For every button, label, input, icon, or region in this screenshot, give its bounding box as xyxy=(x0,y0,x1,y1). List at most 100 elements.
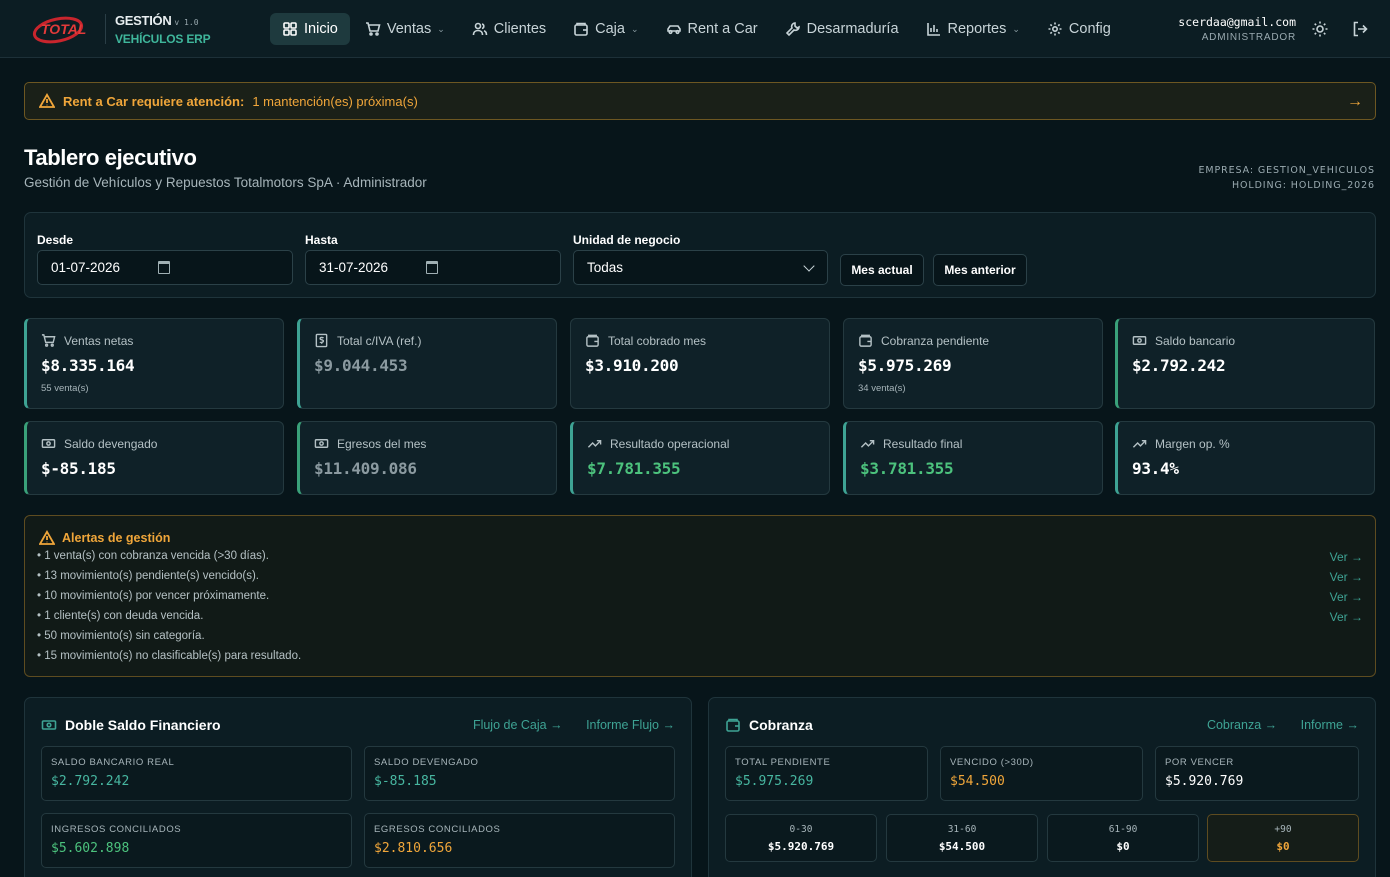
nav-item-rent-a-car[interactable]: Rent a Car xyxy=(654,13,770,45)
logo-mark: TOTAL xyxy=(32,16,86,44)
alert-ver-link[interactable]: Ver → xyxy=(1330,550,1363,564)
user-info[interactable]: scerdaa@gmail.com ADMINISTRADOR xyxy=(1178,14,1296,46)
kpi-cobranza-pendiente: Cobranza pendiente $5.975.269 34 venta(s… xyxy=(843,318,1103,409)
cell-value: $-85.185 xyxy=(374,774,437,789)
bucket-value: $54.500 xyxy=(938,840,986,853)
desde-label: Desde xyxy=(37,233,74,247)
informe-link[interactable]: Informe → xyxy=(1291,718,1359,732)
kpi-label: Saldo devengado xyxy=(64,436,158,451)
empresa-label: EMPRESA: GESTION_VEHICULOS xyxy=(1198,165,1375,176)
chevron-down-icon: ⌄ xyxy=(630,23,639,34)
nav-item-caja[interactable]: Caja ⌄ xyxy=(561,13,650,45)
logout-button[interactable] xyxy=(1351,20,1369,38)
alert-text: • 13 movimiento(s) pendiente(s) vencido(… xyxy=(37,570,259,582)
banknote-icon xyxy=(1132,336,1147,345)
informe-flujo-link[interactable]: Informe Flujo → xyxy=(576,718,675,732)
user-role: ADMINISTRADOR xyxy=(1201,32,1296,43)
alert-text: • 50 movimiento(s) sin categoría. xyxy=(37,630,205,642)
flujo-caja-link[interactable]: Flujo de Caja → xyxy=(463,718,563,732)
filter-card: Desde 01-07-2026 Hasta 31-07-2026 Unidad… xyxy=(24,212,1376,298)
rent-a-car-alert-bar[interactable]: Rent a Car requiere atención: 1 mantenci… xyxy=(24,82,1376,120)
alert-item: • 15 movimiento(s) no clasificable(s) pa… xyxy=(37,650,1363,670)
cell-value: $54.500 xyxy=(950,774,1005,789)
doble-saldo-panel: Doble Saldo Financiero Flujo de Caja → I… xyxy=(24,697,692,877)
vencido-cell: VENCIDO (>30D) $54.500 xyxy=(940,746,1143,801)
user-email: scerdaa@gmail.com xyxy=(1178,15,1296,29)
cobranza-panel: Cobranza Cobranza → Informe → TOTAL PEND… xyxy=(708,697,1376,877)
main-nav: Inicio Ventas ⌄ Clientes Caja ⌄ Rent a C… xyxy=(270,13,1126,45)
car-icon xyxy=(666,25,681,35)
nav-item-ventas[interactable]: Ventas ⌄ xyxy=(353,13,457,45)
home-grid-icon xyxy=(283,22,297,36)
alert-text: • 1 cliente(s) con deuda vencida. xyxy=(37,610,204,622)
unidad-select[interactable]: Todas xyxy=(573,250,828,285)
aging-bucket-31-60: 31-60 $54.500 xyxy=(886,814,1038,862)
dollar-icon xyxy=(315,333,328,348)
calendar-icon[interactable] xyxy=(426,261,438,274)
bucket-value: $0 xyxy=(1116,840,1130,853)
logout-icon xyxy=(1353,21,1368,37)
kpi-value: $11.409.086 xyxy=(314,459,417,478)
alert-item: • 13 movimiento(s) pendiente(s) vencido(… xyxy=(37,570,1363,590)
nav-item-config[interactable]: Config xyxy=(1035,13,1123,45)
nav-item-clientes[interactable]: Clientes xyxy=(460,13,558,45)
desde-value: 01-07-2026 xyxy=(51,260,121,275)
kpi-label: Total cobrado mes xyxy=(608,333,707,348)
wallet-icon xyxy=(586,334,599,347)
kpi-value: $7.781.355 xyxy=(587,459,681,478)
trend-up-icon xyxy=(587,439,602,448)
sun-icon xyxy=(1312,21,1328,37)
kpi-label: Cobranza pendiente xyxy=(881,333,990,348)
brand-version: v 1.0 xyxy=(174,18,199,27)
kpi-ventas-netas: Ventas netas $8.335.164 55 venta(s) xyxy=(24,318,284,409)
gear-icon xyxy=(1048,22,1062,36)
chevron-down-icon: ⌄ xyxy=(1012,23,1020,34)
saldo-bancario-real-cell: SALDO BANCARIO REAL $2.792.242 xyxy=(41,746,352,801)
banknote-icon xyxy=(41,439,56,448)
kpi-label: Ventas netas xyxy=(64,333,134,348)
nav-item-reportes[interactable]: Reportes ⌄ xyxy=(914,13,1032,45)
alert-ver-link[interactable]: Ver → xyxy=(1330,590,1363,604)
cell-label: EGRESOS CONCILIADOS xyxy=(374,824,501,835)
brand-title: GESTIÓN xyxy=(115,13,172,28)
alert-ver-link[interactable]: Ver → xyxy=(1330,610,1363,624)
nav-item-inicio[interactable]: Inicio xyxy=(270,13,350,45)
wallet-icon xyxy=(859,334,872,347)
por-vencer-cell: POR VENCER $5.920.769 xyxy=(1155,746,1359,801)
warning-icon xyxy=(39,93,55,108)
nav-label: Desarmaduría xyxy=(806,21,899,37)
brand-divider xyxy=(105,14,106,44)
desde-date-input[interactable]: 01-07-2026 xyxy=(37,250,293,285)
page-title: Tablero ejecutivo xyxy=(24,145,197,170)
nav-label: Inicio xyxy=(304,21,338,37)
bucket-label: 61-90 xyxy=(1108,824,1138,835)
cell-value: $5.975.269 xyxy=(735,774,814,789)
kpi-label: Resultado operacional xyxy=(610,436,730,451)
theme-toggle-button[interactable] xyxy=(1311,20,1329,38)
aging-bucket-61-90: 61-90 $0 xyxy=(1047,814,1199,862)
calendar-icon[interactable] xyxy=(158,261,170,274)
cell-label: INGRESOS CONCILIADOS xyxy=(51,824,182,835)
alert-item: • 50 movimiento(s) sin categoría. xyxy=(37,630,1363,650)
brand-block: GESTIÓN v 1.0 VEHÍCULOS ERP xyxy=(115,13,211,47)
mes-actual-button[interactable]: Mes actual xyxy=(840,254,924,286)
page-subtitle: Gestión de Vehículos y Repuestos Totalmo… xyxy=(24,175,427,190)
company-logo[interactable]: TOTAL xyxy=(32,12,86,46)
hasta-date-input[interactable]: 31-07-2026 xyxy=(305,250,561,285)
alert-ver-link[interactable]: Ver → xyxy=(1330,570,1363,584)
arrow-right-icon[interactable]: → xyxy=(1347,93,1363,111)
bucket-label: 0-30 xyxy=(789,824,813,835)
cobranza-link[interactable]: Cobranza → xyxy=(1197,718,1277,732)
top-navbar: TOTAL GESTIÓN v 1.0 VEHÍCULOS ERP Inicio … xyxy=(0,0,1390,58)
bucket-label: 31-60 xyxy=(947,824,977,835)
alert-text: • 10 movimiento(s) por vencer próximamen… xyxy=(37,590,270,602)
unidad-value: Todas xyxy=(587,260,624,275)
total-pendiente-cell: TOTAL PENDIENTE $5.975.269 xyxy=(725,746,928,801)
mes-anterior-button[interactable]: Mes anterior xyxy=(933,254,1027,286)
nav-item-desarmaduria[interactable]: Desarmaduría xyxy=(773,13,911,45)
bucket-value: $5.920.769 xyxy=(767,840,835,853)
trend-up-icon xyxy=(1132,439,1147,448)
banknote-icon xyxy=(41,720,57,730)
kpi-value: $-85.185 xyxy=(41,459,116,478)
kpi-egresos-mes: Egresos del mes $11.409.086 xyxy=(297,421,557,495)
